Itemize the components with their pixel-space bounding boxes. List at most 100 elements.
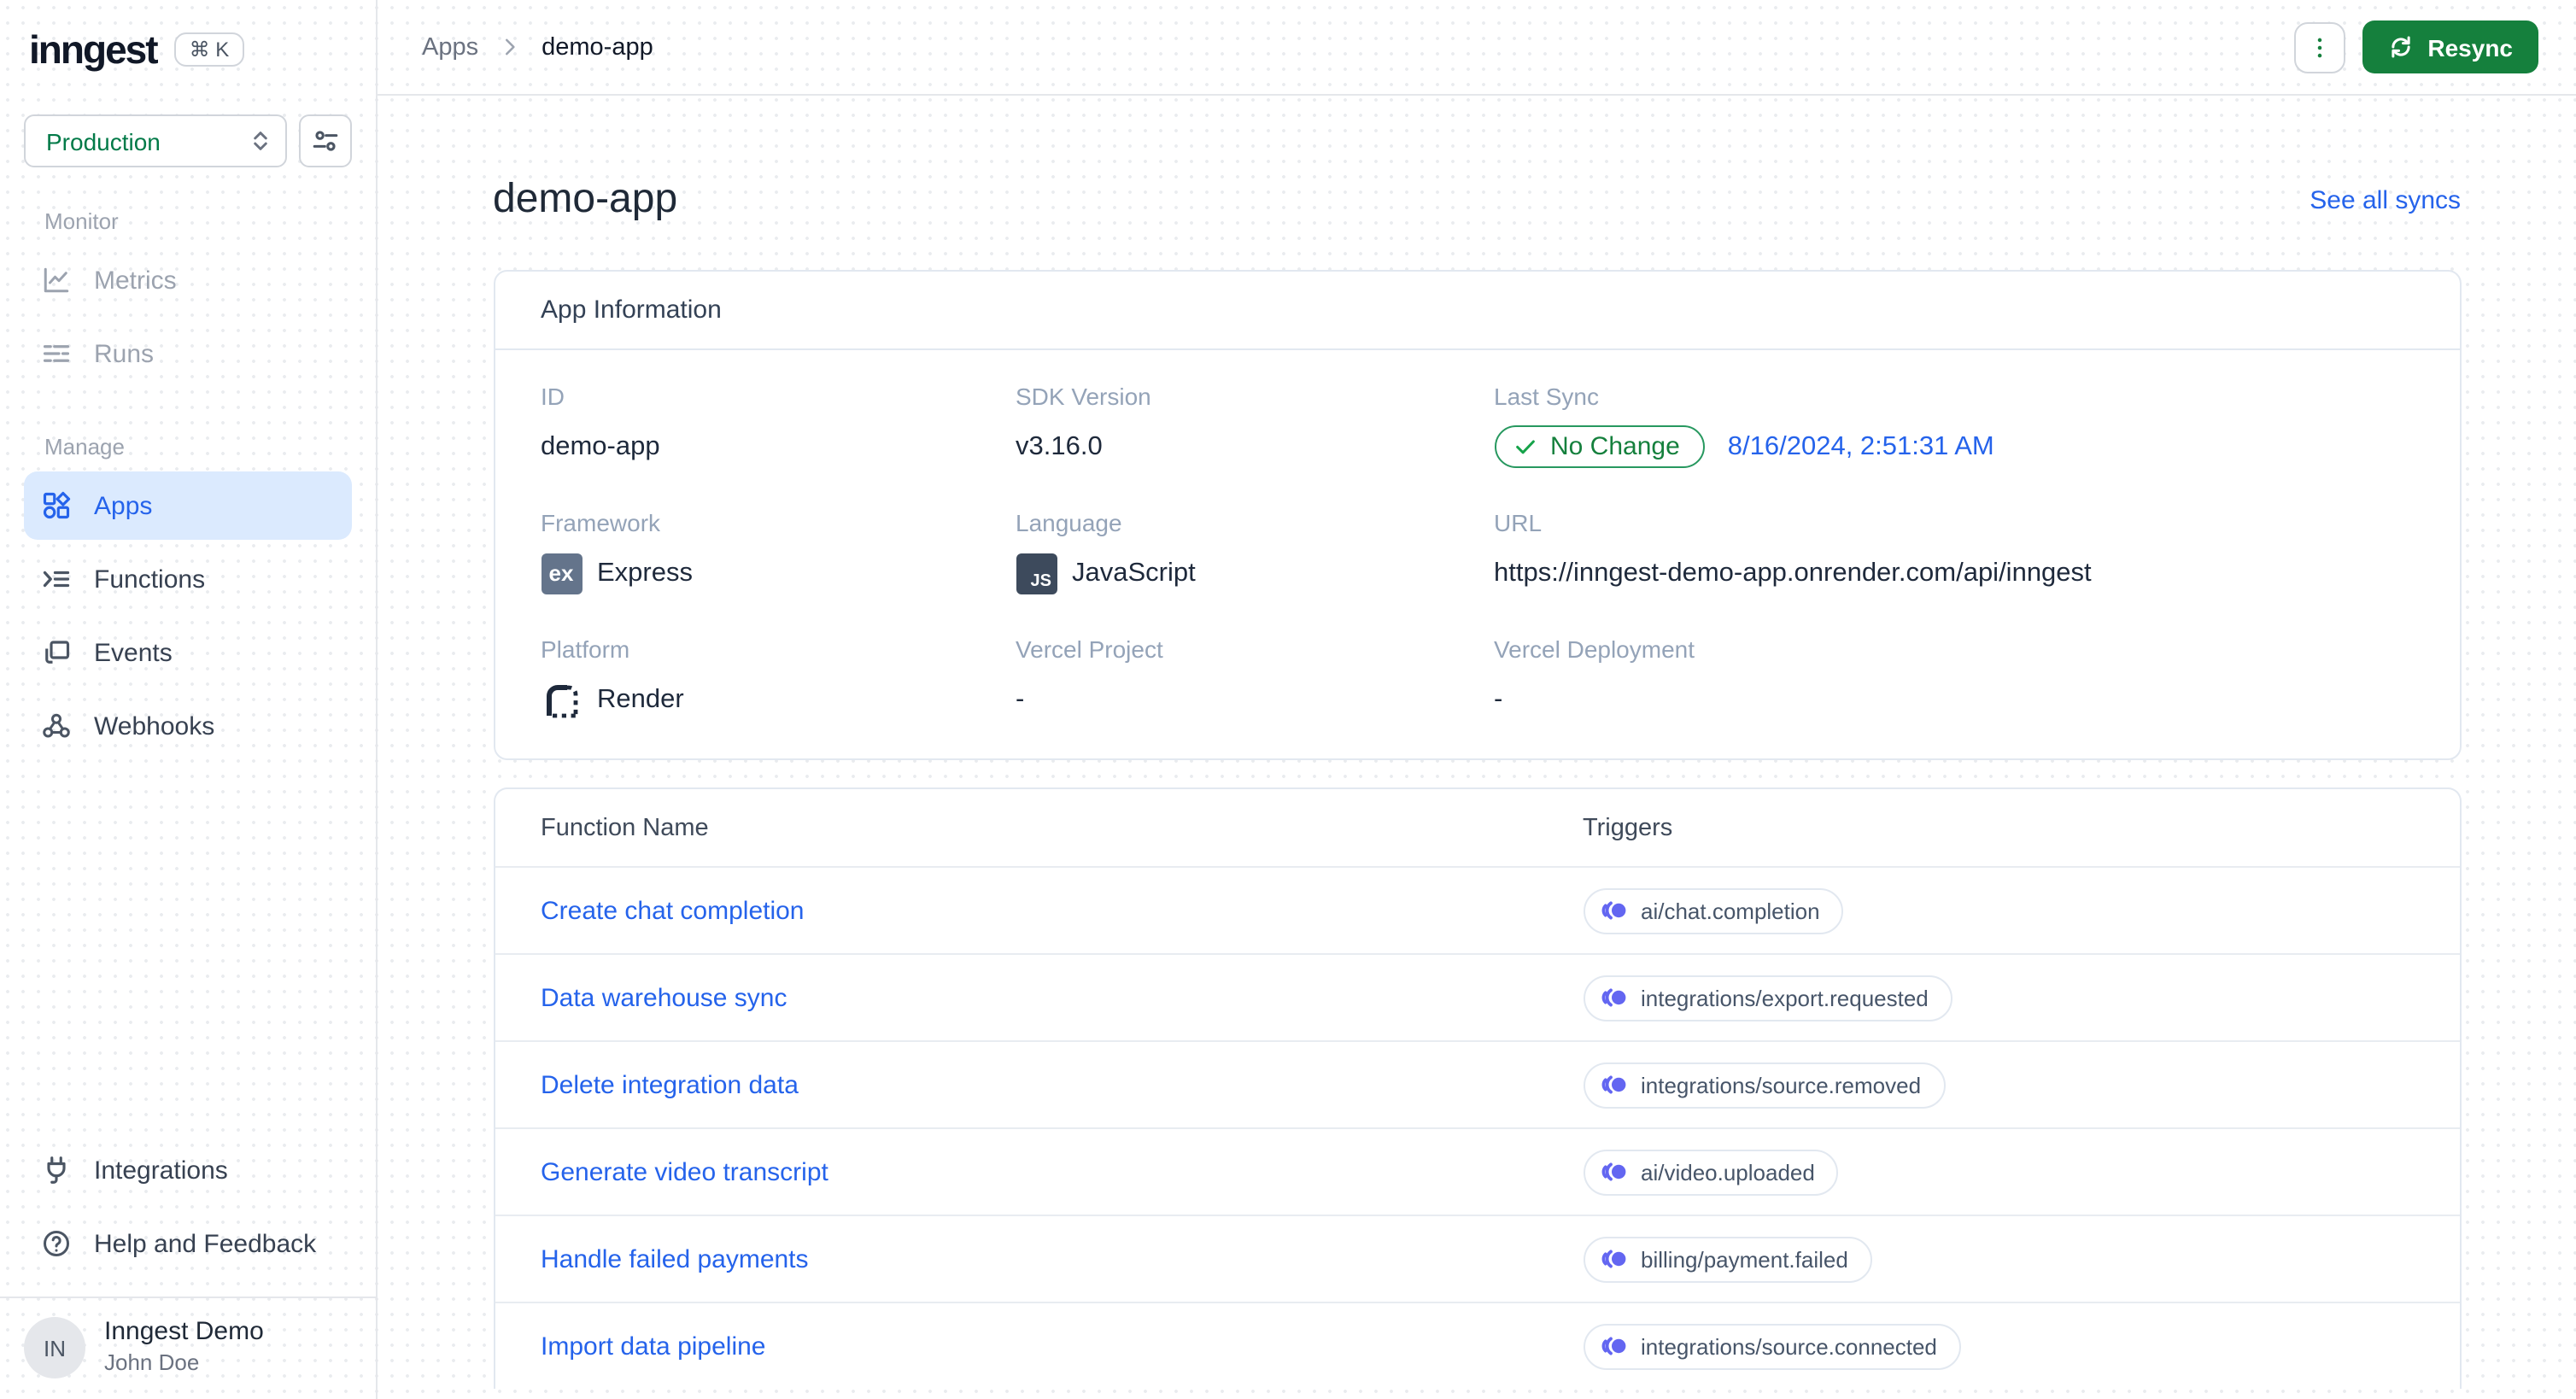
event-trigger-icon (1600, 1332, 1627, 1360)
column-header-triggers: Triggers (1583, 815, 1673, 842)
info-label: Platform (541, 635, 630, 663)
trigger-event-name: ai/chat.completion (1641, 898, 1820, 923)
inngest-logo[interactable]: inngest (29, 26, 159, 73)
trigger-event-name: integrations/export.requested (1641, 985, 1929, 1010)
info-cell-id: ID demo-app (541, 383, 1016, 468)
user-org-name: Inngest Demo (104, 1317, 264, 1347)
event-trigger-icon (1600, 1245, 1627, 1273)
info-value: - (1494, 684, 1503, 713)
last-sync-timestamp-link[interactable]: 8/16/2024, 2:51:31 AM (1728, 431, 1994, 462)
topbar: Apps demo-app Resync (378, 0, 2576, 96)
trigger-pill: ai/video.uploaded (1583, 1149, 1839, 1195)
check-icon (1513, 435, 1537, 459)
function-link[interactable]: Handle failed payments (541, 1244, 1583, 1273)
apps-shapes-icon (41, 490, 72, 521)
page-content: demo-app See all syncs App Information I… (378, 96, 2576, 1399)
info-value: Render (597, 684, 684, 713)
info-cell-sdk-version: SDK Version v3.16.0 (1016, 383, 1494, 468)
environment-select-value: Production (46, 127, 161, 155)
event-trigger-icon (1600, 1071, 1627, 1098)
render-icon (541, 679, 582, 720)
sidebar-item-label: Runs (94, 339, 155, 368)
sidebar-item-label: Integrations (94, 1156, 228, 1185)
events-frames-icon (41, 637, 72, 668)
sidebar-item-webhooks[interactable]: Webhooks (24, 692, 352, 760)
topbar-actions: Resync (2294, 20, 2538, 73)
function-link[interactable]: Import data pipeline (541, 1332, 1583, 1361)
function-link[interactable]: Create chat completion (541, 896, 1583, 925)
javascript-icon: JS (1016, 553, 1057, 594)
table-row: Handle failed payments billing/payment.f… (495, 1215, 2459, 1302)
sidebar-item-functions[interactable]: Functions (24, 545, 352, 613)
table-row: Data warehouse sync integrations/export.… (495, 953, 2459, 1040)
info-label: ID (541, 383, 565, 410)
info-cell-vercel-project: Vercel Project - (1016, 635, 1494, 721)
trigger-event-name: integrations/source.removed (1641, 1072, 1922, 1098)
sidebar-item-apps[interactable]: Apps (24, 471, 352, 540)
express-icon: ex (541, 553, 582, 594)
resync-button[interactable]: Resync (2362, 20, 2538, 73)
breadcrumb: Apps demo-app (422, 33, 653, 61)
page-title: demo-app (493, 176, 678, 222)
function-link[interactable]: Data warehouse sync (541, 983, 1583, 1012)
info-label: Framework (541, 509, 661, 536)
event-trigger-icon (1600, 984, 1627, 1011)
trigger-pill: integrations/source.removed (1583, 1062, 1946, 1108)
user-name: John Doe (104, 1349, 200, 1375)
kebab-icon (2306, 33, 2333, 61)
sidebar-item-help-and-feedback[interactable]: Help and Feedback (24, 1209, 352, 1278)
resync-button-label: Resync (2427, 33, 2513, 61)
chevron-right-icon (497, 34, 523, 60)
info-value: demo-app (541, 431, 660, 460)
trigger-pill: ai/chat.completion (1583, 887, 1844, 934)
info-value: v3.16.0 (1016, 431, 1103, 460)
event-trigger-icon (1600, 897, 1627, 924)
no-change-badge-label: No Change (1550, 432, 1680, 461)
info-label: Vercel Project (1016, 635, 1163, 663)
command-palette-shortcut[interactable]: ⌘ K (173, 32, 245, 67)
table-row: Create chat completion ai/chat.completio… (495, 866, 2459, 953)
sidebar-item-runs[interactable]: Runs (24, 319, 352, 388)
trigger-pill: integrations/source.connected (1583, 1323, 1961, 1369)
refresh-icon (2388, 34, 2414, 60)
sliders-icon (311, 126, 340, 155)
section-label-manage: Manage (44, 434, 125, 460)
breadcrumb-current: demo-app (542, 33, 653, 61)
user-info: Inngest Demo John Doe (104, 1317, 264, 1378)
metrics-chart-icon (41, 265, 72, 296)
function-link[interactable]: Delete integration data (541, 1070, 1583, 1099)
functions-table-header: Function Name Triggers (495, 789, 2459, 866)
user-menu[interactable]: IN Inngest Demo John Doe (0, 1297, 376, 1399)
no-change-badge: No Change (1494, 425, 1706, 468)
breadcrumb-apps[interactable]: Apps (422, 33, 478, 61)
column-header-function-name: Function Name (541, 815, 709, 842)
info-value: https://inngest-demo-app.onrender.com/ap… (1494, 558, 2092, 587)
info-label: Vercel Deployment (1494, 635, 1695, 663)
trigger-event-name: integrations/source.connected (1641, 1333, 1937, 1359)
webhooks-icon (41, 711, 72, 741)
info-value: JavaScript (1072, 558, 1196, 587)
main-area: Apps demo-app Resync demo-app See all sy… (378, 0, 2576, 1399)
sidebar-item-events[interactable]: Events (24, 618, 352, 687)
more-options-button[interactable] (2294, 21, 2346, 73)
see-all-syncs-link[interactable]: See all syncs (2310, 185, 2461, 214)
info-label: Last Sync (1494, 383, 1599, 410)
table-row: Delete integration data integrations/sou… (495, 1040, 2459, 1127)
table-row: Generate video transcript ai/video.uploa… (495, 1127, 2459, 1215)
trigger-pill: integrations/export.requested (1583, 975, 1952, 1021)
sidebar-item-integrations[interactable]: Integrations (24, 1136, 352, 1204)
app-information-grid: ID demo-app SDK Version v3.16.0 Last Syn… (495, 350, 2459, 758)
info-cell-platform: Platform Render (541, 635, 1016, 721)
logo-row: inngest ⌘ K (24, 0, 352, 99)
sidebar-item-metrics[interactable]: Metrics (24, 246, 352, 314)
function-link[interactable]: Generate video transcript (541, 1157, 1583, 1186)
environment-filter-button[interactable] (299, 114, 352, 167)
app-information-card: App Information ID demo-app SDK Version … (493, 270, 2461, 760)
app-information-card-title: App Information (495, 272, 2459, 350)
sidebar-item-label: Apps (94, 491, 153, 520)
question-circle-icon (41, 1228, 72, 1259)
environment-select[interactable]: Production (24, 114, 287, 167)
sidebar: inngest ⌘ K Production Monitor Metrics R… (0, 0, 378, 1399)
info-cell-vercel-deployment: Vercel Deployment - (1494, 635, 2413, 721)
